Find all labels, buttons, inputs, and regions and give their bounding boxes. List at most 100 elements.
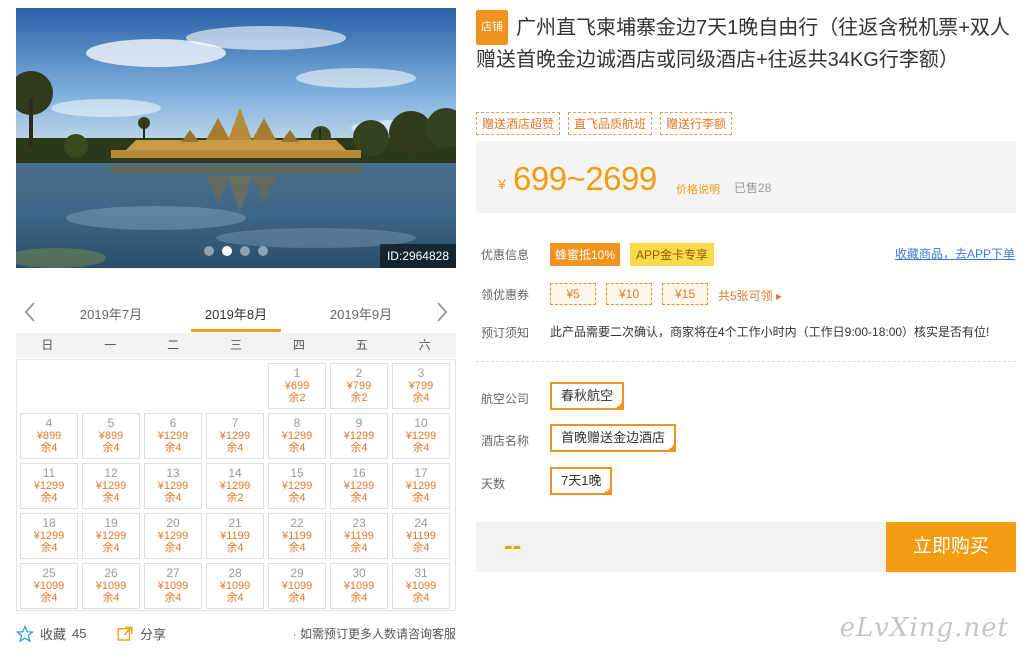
favorite-button[interactable]: 收藏 45	[16, 624, 86, 643]
calendar-day-cell[interactable]: 19 ¥1299 余4	[82, 513, 140, 559]
calendar-day-cell[interactable]: 21 ¥1199 余4	[206, 513, 264, 559]
hotel-label: 酒店名称	[481, 434, 530, 448]
calendar-day-cell[interactable]: 30 ¥1099 余4	[330, 563, 388, 609]
promo-label: 优惠信息	[481, 248, 530, 262]
calendar-day-cell[interactable]: 8 ¥1299 余4	[268, 413, 326, 459]
carousel-dot[interactable]	[240, 246, 250, 256]
calendar-month-prev[interactable]: 2019年7月	[66, 304, 156, 323]
days-label: 天数	[481, 477, 506, 491]
calendar-day-price: ¥799	[408, 380, 434, 392]
calendar-day-number: 5	[107, 416, 115, 430]
calendar-day-cell[interactable]: 5 ¥899 余4	[82, 413, 140, 459]
coupon-15[interactable]: ¥15	[662, 283, 708, 305]
calendar-day-cell[interactable]: 28 ¥1099 余4	[206, 563, 264, 609]
calendar-day-remaining: 余4	[102, 592, 120, 604]
calendar-day-remaining: 余4	[288, 492, 306, 504]
calendar-day-price: ¥899	[98, 430, 124, 442]
calendar-day-remaining: 余4	[412, 542, 430, 554]
calendar-day-price: ¥1299	[157, 530, 189, 542]
calendar-day-price: ¥1299	[95, 530, 127, 542]
calendar-day-cell[interactable]: 24 ¥1199 余4	[392, 513, 450, 559]
calendar-next-arrow[interactable]	[432, 299, 452, 325]
calendar-day-cell[interactable]: 29 ¥1099 余4	[268, 563, 326, 609]
coupon-label: 领优惠券	[481, 288, 530, 302]
calendar-day-price: ¥799	[346, 380, 372, 392]
calendar-day-number: 29	[290, 566, 304, 580]
calendar-day-number: 7	[231, 416, 239, 430]
calendar-day-cell[interactable]: 3 ¥799 余4	[392, 363, 450, 409]
calendar-day-cell[interactable]: 27 ¥1099 余4	[144, 563, 202, 609]
chevron-right-icon	[437, 302, 448, 322]
calendar-day-cell[interactable]: 9 ¥1299 余4	[330, 413, 388, 459]
calendar-day-cell[interactable]: 16 ¥1299 余4	[330, 463, 388, 509]
days-option[interactable]: 7天1晚 ✓	[550, 467, 613, 495]
coupon-5[interactable]: ¥5	[550, 283, 596, 305]
calendar-day-cell[interactable]: 2 ¥799 余2	[330, 363, 388, 409]
calendar-day-price: ¥1199	[344, 530, 374, 542]
calendar-day-remaining: 余4	[288, 542, 306, 554]
favorite-app-link[interactable]: 收藏商品，去APP下单	[895, 245, 1015, 262]
sold-count: 已售28	[734, 181, 772, 195]
calendar-day-cell[interactable]: 15 ¥1299 余4	[268, 463, 326, 509]
calendar-day-cell[interactable]: 14 ¥1299 余2	[206, 463, 264, 509]
calendar-day-cell[interactable]: 6 ¥1299 余4	[144, 413, 202, 459]
coupon-more-link[interactable]: 共5张可领 ▸	[718, 287, 782, 304]
calendar-day-price: ¥1299	[343, 480, 375, 492]
calendar-day-remaining: 余4	[102, 492, 120, 504]
hero-image[interactable]: ID:2964828	[16, 8, 456, 268]
calendar-day-price: ¥1299	[33, 480, 65, 492]
calendar-day-cell[interactable]: 4 ¥899 余4	[20, 413, 78, 459]
calendar-day-cell[interactable]: 11 ¥1299 余4	[20, 463, 78, 509]
airline-value: 春秋航空	[561, 388, 614, 403]
calendar-day-cell[interactable]: 10 ¥1299 余4	[392, 413, 450, 459]
price-explain-link[interactable]: 价格说明	[676, 181, 720, 197]
calendar-prev-arrow[interactable]	[20, 299, 40, 325]
calendar-day-cell[interactable]: 25 ¥1099 余4	[20, 563, 78, 609]
calendar-day-price: ¥1099	[343, 580, 375, 592]
carousel-dot[interactable]	[222, 246, 232, 256]
calendar-day-remaining: 余4	[40, 542, 58, 554]
calendar-day-cell[interactable]: 22 ¥1199 余4	[268, 513, 326, 559]
carousel-dot[interactable]	[204, 246, 214, 256]
calendar-day-cell[interactable]: 12 ¥1299 余4	[82, 463, 140, 509]
calendar-day-remaining: 余4	[288, 442, 306, 454]
share-button[interactable]: 分享	[116, 624, 166, 643]
calendar-day-remaining: 余4	[102, 542, 120, 554]
selected-price: --	[504, 530, 522, 560]
notice-text: 此产品需要二次确认，商家将在4个工作小时内（工作日9:00-18:00）核实是否…	[550, 325, 990, 339]
calendar-day-cell[interactable]: 18 ¥1299 余4	[20, 513, 78, 559]
carousel-dot[interactable]	[258, 246, 268, 256]
star-icon	[16, 624, 34, 643]
buy-now-button[interactable]: 立即购买	[886, 522, 1016, 572]
calendar-day-cell[interactable]: 23 ¥1199 余4	[330, 513, 388, 559]
product-tags: 赠送酒店超赞 直飞品质航班 赠送行李额	[476, 112, 733, 135]
hotel-option[interactable]: 首晚赠送金边酒店 ✓	[550, 424, 677, 452]
calendar-day-cell[interactable]: 31 ¥1099 余4	[392, 563, 450, 609]
calendar-day-remaining: 余4	[350, 442, 368, 454]
airline-option[interactable]: 春秋航空 ✓	[550, 382, 625, 410]
calendar-day-number: 16	[352, 466, 366, 480]
calendar-day-remaining: 余4	[40, 592, 58, 604]
calendar-day-cell[interactable]: 7 ¥1299 余4	[206, 413, 264, 459]
coupon-10[interactable]: ¥10	[606, 283, 652, 305]
calendar-day-number: 3	[417, 366, 425, 380]
calendar-day-cell[interactable]: 1 ¥699 余2	[268, 363, 326, 409]
calendar-month-current[interactable]: 2019年8月	[191, 304, 281, 323]
consult-note: · 如需预订更多人数请咨询客服	[292, 627, 456, 641]
calendar-header: 2019年7月 2019年8月 2019年9月	[16, 295, 456, 333]
calendar-day-cell[interactable]: 17 ¥1299 余4	[392, 463, 450, 509]
calendar-day-number: 15	[290, 466, 304, 480]
favorite-count: 45	[72, 626, 87, 641]
calendar-day-price: ¥1199	[220, 530, 250, 542]
price-box: ¥ 699~2699 价格说明 已售28	[476, 141, 1016, 213]
calendar-day-cell[interactable]: 20 ¥1299 余4	[144, 513, 202, 559]
product-title-block: 店铺 广州直飞柬埔寨金边7天1晚自由行（往返含税机票+双人赠送首晚金边诚酒店或同级…	[476, 10, 1016, 76]
calendar-day-number: 25	[42, 566, 56, 580]
calendar-day-cell[interactable]: 13 ¥1299 余4	[144, 463, 202, 509]
airline-label: 航空公司	[481, 392, 530, 406]
calendar-month-next[interactable]: 2019年9月	[316, 304, 406, 323]
angkor-wat-photo	[16, 8, 456, 268]
calendar-day-price: ¥1299	[343, 430, 375, 442]
calendar-day-cell[interactable]: 26 ¥1099 余4	[82, 563, 140, 609]
shop-tag[interactable]: 店铺	[476, 10, 508, 45]
